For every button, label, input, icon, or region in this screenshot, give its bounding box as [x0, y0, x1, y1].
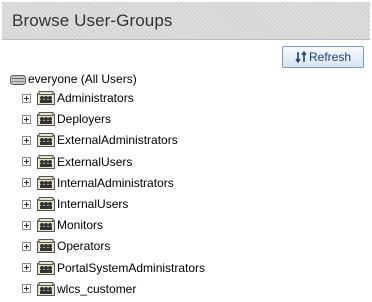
tree-node-label: InternalAdministrators — [57, 175, 174, 190]
refresh-icon — [295, 50, 307, 64]
user-group-icon — [37, 91, 55, 105]
plus-expander-icon[interactable] — [22, 93, 31, 103]
user-group-icon — [37, 260, 55, 275]
tree-node[interactable]: ExternalUsers — [22, 153, 132, 171]
plus-expander-icon[interactable] — [22, 220, 31, 230]
tree-node-label: wlcs_customer — [57, 281, 137, 296]
tree-node[interactable]: Operators — [22, 237, 110, 255]
plus-expander-icon[interactable] — [22, 135, 31, 145]
plus-expander-icon[interactable] — [22, 178, 31, 188]
plus-expander-icon[interactable] — [22, 114, 31, 124]
tree-node-label: Administrators — [57, 91, 134, 105]
tree-node-label: Operators — [57, 239, 111, 254]
user-group-icon — [37, 154, 55, 169]
user-group-icon — [37, 239, 55, 254]
tree-node-label: PortalSystemAdministrators — [57, 260, 206, 275]
tree-node-label: ExternalUsers — [57, 154, 133, 169]
server-icon — [10, 74, 26, 85]
tree-node-label: Monitors — [57, 218, 104, 233]
panel-header: Browse User-Groups — [2, 2, 370, 40]
tree-node-label: InternalUsers — [57, 197, 129, 211]
tree-node[interactable]: PortalSystemAdministrators — [22, 259, 205, 277]
tree-node-label: ExternalAdministrators — [57, 133, 178, 148]
tree-node[interactable]: InternalUsers — [22, 195, 128, 213]
plus-expander-icon[interactable] — [22, 284, 31, 294]
user-group-icon — [37, 175, 55, 190]
tree-node[interactable]: Monitors — [22, 216, 103, 234]
user-group-icon — [37, 281, 55, 296]
tree-node[interactable]: InternalAdministrators — [22, 174, 174, 192]
tree-root-label: everyone (All Users) — [28, 72, 137, 86]
user-group-icon — [37, 133, 55, 148]
tree-root[interactable]: everyone (All Users) — [10, 70, 137, 88]
tree-node[interactable]: ExternalAdministrators — [22, 131, 178, 149]
page-title: Browse User-Groups — [12, 11, 173, 30]
user-group-icon — [37, 197, 55, 211]
tree-node[interactable]: Administrators — [22, 89, 134, 107]
tree-node[interactable]: Deployers — [22, 110, 111, 128]
plus-expander-icon[interactable] — [22, 241, 31, 251]
tree-node-label: Deployers — [57, 112, 112, 127]
plus-expander-icon[interactable] — [22, 157, 31, 167]
plus-expander-icon[interactable] — [22, 263, 31, 273]
refresh-button[interactable]: Refresh — [282, 46, 364, 68]
user-group-icon — [37, 218, 55, 233]
plus-expander-icon[interactable] — [22, 199, 31, 209]
refresh-label: Refresh — [308, 50, 352, 64]
user-group-icon — [37, 112, 55, 127]
tree-node[interactable]: wlcs_customer — [22, 280, 136, 298]
